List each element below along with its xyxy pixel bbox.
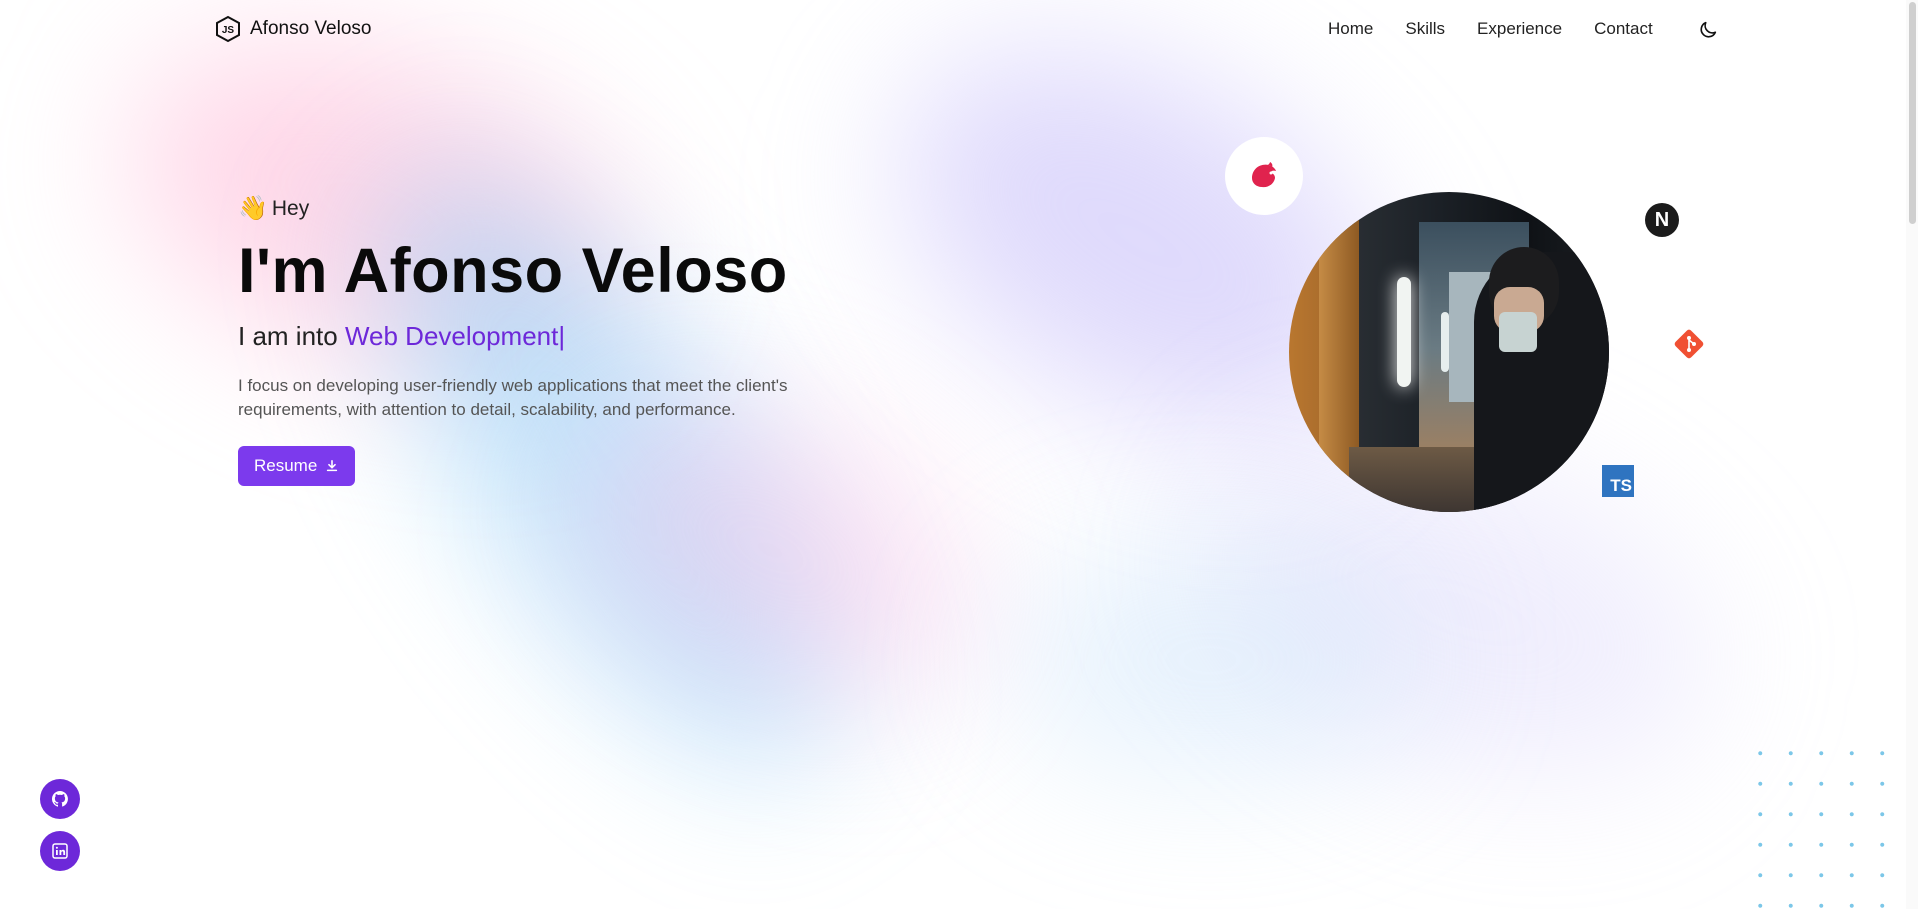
- git-icon: [1672, 327, 1706, 361]
- moon-icon[interactable]: [1697, 19, 1719, 41]
- hero-role: I am into Web Development|: [238, 321, 858, 352]
- wave-emoji: 👋: [238, 195, 268, 222]
- scrollbar-thumb[interactable]: [1909, 2, 1916, 224]
- hero-description: I focus on developing user-friendly web …: [238, 376, 788, 419]
- nav-links: Home Skills Experience Contact: [1328, 19, 1685, 39]
- svg-text:JS: JS: [222, 25, 235, 36]
- linkedin-icon: [52, 843, 68, 859]
- github-icon: [52, 791, 68, 807]
- role-prefix: I am into: [238, 321, 338, 351]
- linkedin-button[interactable]: [40, 831, 80, 871]
- dot-pattern: [1745, 738, 1915, 909]
- navbar: JS Afonso Veloso Home Skills Experience …: [0, 0, 1918, 60]
- scrollbar[interactable]: [1906, 0, 1918, 909]
- hero-name: I'm Afonso Veloso: [238, 236, 788, 306]
- nav-link-experience[interactable]: Experience: [1477, 19, 1562, 39]
- typescript-letters: TS: [1610, 476, 1632, 495]
- typing-cursor: |: [558, 321, 566, 351]
- download-icon: [327, 459, 338, 472]
- resume-label: Resume: [254, 456, 318, 475]
- hero-section: 👋 Hey I'm Afonso Veloso I am into Web De…: [238, 194, 858, 486]
- profile-photo: [1289, 192, 1609, 512]
- nextjs-icon: N: [1645, 203, 1679, 237]
- role-highlight: Web Development: [344, 321, 559, 351]
- nav-link-skills[interactable]: Skills: [1405, 19, 1445, 39]
- logo-text: Afonso Veloso: [250, 18, 372, 39]
- resume-button[interactable]: Resume: [238, 446, 356, 486]
- nav-link-home[interactable]: Home: [1328, 19, 1373, 39]
- nav-link-contact[interactable]: Contact: [1594, 19, 1653, 39]
- logo[interactable]: JS Afonso Veloso: [214, 15, 371, 43]
- greeting: 👋 Hey: [238, 194, 858, 223]
- nextjs-letter: N: [1654, 208, 1670, 231]
- js-logo-icon: JS: [216, 15, 240, 43]
- greeting-text: Hey: [271, 196, 310, 220]
- typescript-icon: TS: [1602, 465, 1634, 497]
- nestjs-icon: [1225, 137, 1303, 215]
- github-button[interactable]: [40, 779, 80, 819]
